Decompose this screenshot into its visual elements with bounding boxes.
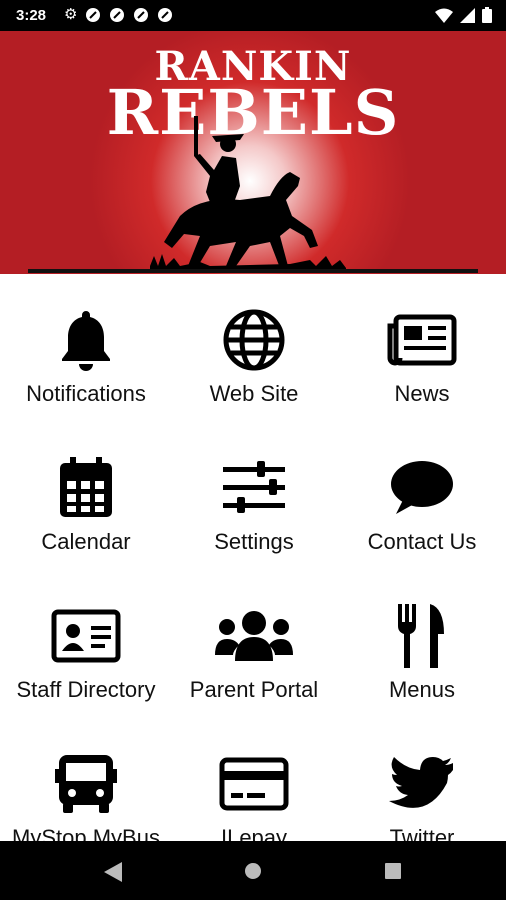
signal-icon bbox=[460, 7, 475, 23]
menu-item-label: Parent Portal bbox=[189, 677, 319, 702]
chat-bubble-icon bbox=[391, 461, 453, 514]
sliders-icon bbox=[223, 461, 285, 513]
sync-icon bbox=[134, 8, 149, 22]
menu-item-label: News bbox=[394, 381, 450, 406]
menu-item-parent-portal[interactable]: Parent Portal bbox=[170, 571, 338, 711]
menu-item-calendar[interactable]: Calendar bbox=[2, 423, 170, 563]
users-icon bbox=[215, 611, 293, 661]
menu-item-label: Staff Directory bbox=[16, 677, 156, 702]
sync-icon bbox=[86, 8, 101, 22]
menu-item-label: Twitter bbox=[389, 825, 455, 841]
menu-item-label: Contact Us bbox=[367, 529, 477, 554]
gear-icon: ⚙ bbox=[64, 6, 78, 23]
twitter-bird-icon bbox=[389, 757, 453, 808]
menu-item-news[interactable]: News bbox=[338, 275, 506, 415]
id-card-icon bbox=[51, 609, 121, 663]
menu-item-label: Menus bbox=[388, 677, 456, 702]
credit-card-icon bbox=[219, 757, 289, 811]
menu-item-label: ILepay bbox=[220, 825, 288, 841]
menu-item-label: Notifications bbox=[26, 381, 146, 406]
globe-icon bbox=[223, 309, 285, 371]
sync-icon bbox=[158, 8, 173, 22]
recents-icon[interactable] bbox=[385, 863, 401, 879]
newspaper-icon bbox=[387, 314, 457, 366]
menu-item-notifications[interactable]: Notifications bbox=[2, 275, 170, 415]
menu-item-contact-us[interactable]: Contact Us bbox=[338, 423, 506, 563]
menu-item-menus[interactable]: Menus bbox=[338, 571, 506, 711]
home-icon[interactable] bbox=[244, 862, 262, 880]
school-banner: RANKIN REBELS bbox=[0, 31, 506, 274]
menu-item-twitter[interactable]: Twitter bbox=[338, 719, 506, 841]
menu-item-label: MyStop MyBus bbox=[12, 825, 160, 841]
sync-icon bbox=[110, 8, 125, 22]
utensils-icon bbox=[398, 604, 444, 668]
ground-line bbox=[28, 269, 478, 273]
horse-rider-silhouette-icon bbox=[150, 116, 346, 272]
battery-icon bbox=[482, 7, 492, 23]
status-time: 3:28 bbox=[16, 7, 47, 24]
bell-icon bbox=[62, 311, 110, 371]
menu-item-label: Calendar bbox=[41, 529, 131, 554]
wifi-icon bbox=[435, 8, 453, 23]
menu-item-mystop-mybus[interactable]: MyStop MyBus bbox=[2, 719, 170, 841]
menu-item-web-site[interactable]: Web Site bbox=[170, 275, 338, 415]
menu-item-staff-directory[interactable]: Staff Directory bbox=[2, 571, 170, 711]
menu-item-label: Settings bbox=[214, 529, 294, 554]
calendar-icon bbox=[60, 457, 112, 517]
menu-item-label: Web Site bbox=[209, 381, 299, 406]
back-icon[interactable] bbox=[104, 862, 122, 882]
menu-item-ilepay[interactable]: ILepay bbox=[170, 719, 338, 841]
menu-grid: Notifications Web Site News Calendar Set… bbox=[0, 275, 506, 841]
status-bar: 3:28 ⚙ bbox=[0, 0, 506, 31]
system-navigation-bar bbox=[0, 841, 506, 900]
bus-icon bbox=[55, 755, 117, 813]
menu-item-settings[interactable]: Settings bbox=[170, 423, 338, 563]
